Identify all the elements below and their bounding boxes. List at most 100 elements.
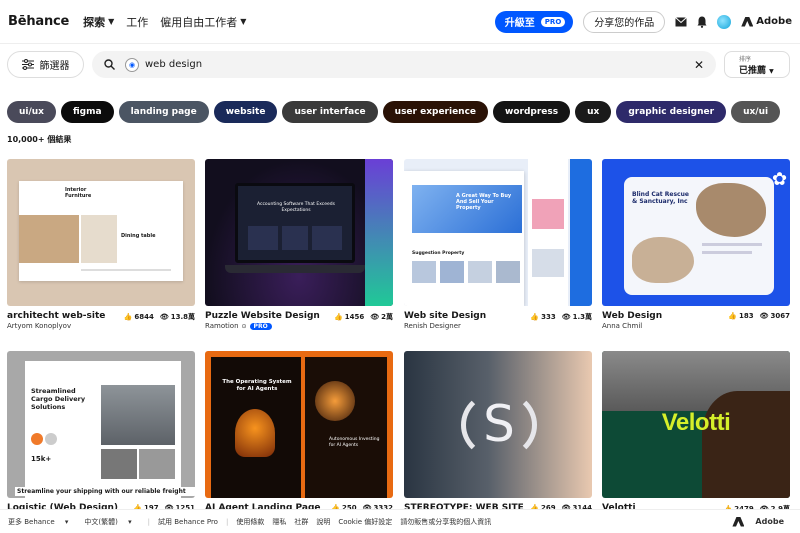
blue-panel	[570, 159, 592, 306]
project-card[interactable]: Accounting Software That Exceeds Expecta…	[205, 159, 393, 330]
card-author[interactable]: Renish Designer	[404, 322, 530, 330]
card-stats: 👍 183 👁 3067	[728, 312, 790, 320]
thumbs-up-icon: 👍	[334, 313, 343, 321]
project-card[interactable]: A Great Way To Buy And Sell Your Propert…	[404, 159, 592, 330]
thumbs-up-icon: 👍	[123, 313, 133, 321]
project-thumbnail[interactable]: Velotti	[602, 351, 790, 498]
chevron-down-icon: ▾	[128, 517, 132, 526]
laptop-screen: Accounting Software That Exceeds Expecta…	[235, 183, 355, 263]
building-image	[532, 249, 564, 277]
share-work-button[interactable]: 分享您的作品	[583, 10, 666, 33]
card-author[interactable]: Ramotion ⊙ PRO	[205, 322, 334, 330]
card-meta: Web site Design Renish Designer 👍 333 👁 1.…	[404, 311, 592, 330]
search-bar[interactable]: ◉ web design ✕	[92, 51, 716, 78]
likes-count: 183	[739, 312, 754, 320]
user-avatar[interactable]	[717, 14, 732, 29]
character-illustration	[235, 409, 275, 457]
author-name: Artyom Konoplyov	[7, 322, 72, 330]
project-card[interactable]: Blind Cat Rescue & Sanctuary, Inc ✿ Web …	[602, 159, 790, 330]
upgrade-label: 升級至	[504, 18, 535, 29]
mockup-page-right: Autonomous Investing for AI Agents	[305, 357, 387, 498]
tag-pill[interactable]: graphic designer	[616, 101, 727, 123]
clear-search-icon[interactable]: ✕	[694, 58, 704, 72]
tag-pill[interactable]: wordpress	[493, 101, 571, 123]
project-thumbnail[interactable]: Interior Furniture Dining table	[7, 159, 195, 306]
footer-cookie-preferences[interactable]: Cookie 偏好設定	[338, 517, 392, 527]
mockup-heading: Interior Furniture	[65, 187, 92, 199]
nav-hire-freelancers[interactable]: 僱用自由工作者 ▼	[160, 14, 246, 30]
search-query-text: web design	[145, 59, 203, 70]
project-thumbnail[interactable]: S	[404, 351, 592, 498]
card-stats: 👍 1456 👁 2萬	[334, 312, 393, 322]
card-title[interactable]: architecht web-site	[7, 311, 124, 321]
likes-count: 1456	[344, 313, 365, 321]
footer-terms[interactable]: 使用條款	[236, 517, 264, 527]
project-thumbnail[interactable]: Streamlined Cargo Delivery Solutions 15k…	[7, 351, 195, 498]
filter-button[interactable]: 篩選器	[7, 51, 84, 78]
property-image	[468, 261, 492, 283]
project-thumbnail[interactable]: Blind Cat Rescue & Sanctuary, Inc ✿	[602, 159, 790, 306]
sort-dropdown[interactable]: 排序 已推薦 ▼	[724, 51, 790, 78]
upgrade-pro-button[interactable]: 升級至 PRO	[494, 10, 574, 33]
footer-privacy[interactable]: 隱私	[272, 517, 286, 527]
project-thumbnail[interactable]: Accounting Software That Exceeds Expecta…	[205, 159, 393, 306]
tag-pill[interactable]: website	[213, 101, 278, 123]
footer-language[interactable]: 中文(繁體) ▾	[84, 517, 139, 527]
property-image	[496, 261, 520, 283]
views-count: 3067	[770, 312, 790, 320]
card-title[interactable]: Web Design	[602, 311, 728, 321]
mockup-heading: Accounting Software That Exceeds Expecta…	[256, 202, 336, 213]
footer-community[interactable]: 社群	[294, 517, 308, 527]
project-card[interactable]: S STEREOTYPE: WEB SITE 👍 269 👁 3144	[404, 351, 592, 513]
author-name: Anna Chmil	[602, 322, 643, 330]
tag-pill[interactable]: landing page	[118, 101, 209, 123]
robot-illustration	[315, 381, 355, 421]
card-title[interactable]: Web site Design	[404, 311, 530, 321]
footer-do-not-sell[interactable]: 請勿販售或分享我的個人資訊	[400, 517, 491, 527]
sort-label: 排序	[739, 55, 752, 63]
tag-pill[interactable]: user interface	[282, 101, 378, 123]
footer-adobe-logo[interactable]: Adobe	[732, 516, 792, 527]
project-card[interactable]: The Operating System for AI Agents Auton…	[205, 351, 393, 513]
footer-try-pro[interactable]: 試用 Behance Pro	[158, 517, 218, 527]
search-icon	[104, 59, 115, 70]
mail-icon[interactable]	[675, 16, 688, 27]
adobe-label: Adobe	[755, 517, 784, 526]
glow-stripe	[365, 159, 393, 306]
views-count: 13.8萬	[170, 313, 195, 321]
mockup-page: A Great Way To Buy And Sell Your Propert…	[404, 171, 524, 306]
project-card[interactable]: Streamlined Cargo Delivery Solutions 15k…	[7, 351, 195, 513]
project-thumbnail[interactable]: A Great Way To Buy And Sell Your Propert…	[404, 159, 592, 306]
card-title[interactable]: Puzzle Website Design	[205, 311, 334, 321]
mockup-page: Interior Furniture Dining table	[19, 181, 183, 281]
cat-photo	[696, 183, 766, 237]
tag-pill[interactable]: ux	[575, 101, 612, 123]
search-query-chip[interactable]: ◉ web design	[125, 57, 203, 72]
tag-pill[interactable]: ux/ui	[731, 101, 781, 123]
arm-shape	[702, 391, 790, 498]
chevron-down-icon: ▼	[108, 17, 115, 26]
nav-jobs[interactable]: 工作	[126, 14, 148, 30]
likes-stat: 👍 1456	[334, 312, 364, 322]
views-count: 2萬	[381, 313, 393, 321]
adobe-logo[interactable]: Adobe	[741, 16, 792, 27]
filter-label: 篩選器	[39, 61, 70, 72]
project-thumbnail[interactable]: The Operating System for AI Agents Auton…	[205, 351, 393, 498]
project-card[interactable]: Velotti Velotti 👍2479 👁2.9萬	[602, 351, 790, 514]
tag-pill[interactable]: figma	[61, 101, 114, 123]
footer-more-behance[interactable]: 更多 Behance ▾	[8, 517, 76, 527]
tag-pill[interactable]: user experience	[382, 101, 489, 123]
mockup-subheading: Autonomous Investing for AI Agents	[329, 437, 380, 448]
card-author[interactable]: Anna Chmil	[602, 322, 728, 330]
tag-pill[interactable]: ui/ux	[7, 101, 56, 123]
footer-help[interactable]: 說明	[316, 517, 330, 527]
bell-icon[interactable]	[697, 16, 707, 28]
card-author[interactable]: Artyom Konoplyov	[7, 322, 124, 330]
nav-explore[interactable]: 探索 ▼	[83, 14, 114, 30]
chevron-down-icon: ▼	[240, 17, 247, 26]
likes-count: 6844	[134, 313, 154, 321]
behance-logo[interactable]: Bēhance	[8, 14, 69, 29]
project-card[interactable]: Interior Furniture Dining table architec…	[7, 159, 195, 330]
property-image	[412, 261, 436, 283]
footer-link-label: 中文(繁體)	[84, 517, 118, 526]
